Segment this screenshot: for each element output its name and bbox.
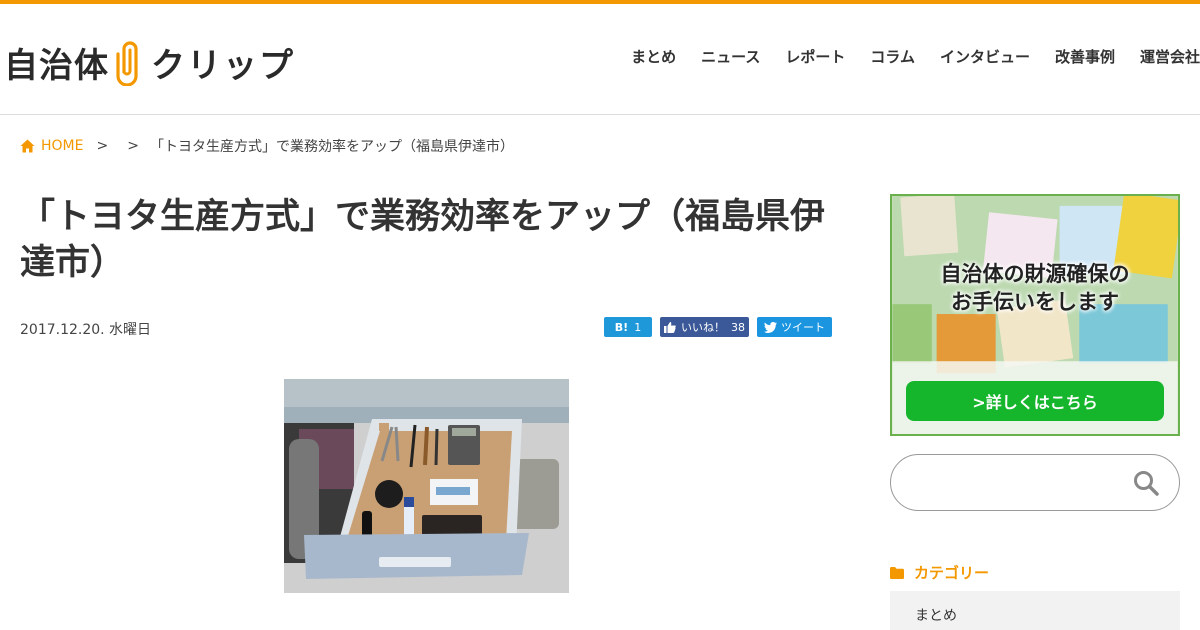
facebook-like-button[interactable]: いいね！ 38 — [660, 317, 749, 337]
logo-text-clip: クリップ — [151, 45, 295, 86]
article-photo-drawer — [284, 379, 569, 593]
breadcrumb-home-link[interactable]: HOME — [20, 138, 83, 154]
main-nav: まとめ ニュース レポート コラム インタビュー 改善事例 運営会社 — [606, 46, 1200, 67]
breadcrumb: HOME > > 「トヨタ生産方式」で業務効率をアップ（福島県伊達市） — [20, 136, 514, 156]
home-icon — [20, 139, 35, 153]
hatena-count: 1 — [634, 320, 642, 334]
article-title: 「トヨタ生産方式」で業務効率をアップ（福島県伊達市） — [20, 197, 826, 283]
category-heading-label: カテゴリー — [914, 564, 990, 582]
nav-item-interview[interactable]: インタビュー — [940, 46, 1030, 67]
paperclip-icon — [116, 41, 138, 86]
breadcrumb-home-label: HOME — [41, 138, 84, 154]
nav-item-news[interactable]: ニュース — [701, 46, 760, 67]
hatena-icon: B! — [614, 320, 629, 334]
sidebar-ad-banner[interactable]: 自治体の財源確保の お手伝いをします >詳しくはこちら — [890, 194, 1180, 436]
nav-item-kaizen[interactable]: 改善事例 — [1055, 46, 1115, 67]
sidebar-search-box — [890, 454, 1180, 511]
breadcrumb-separator: > — [127, 138, 139, 154]
nav-item-matome[interactable]: まとめ — [631, 46, 676, 67]
category-heading: カテゴリー — [890, 562, 989, 583]
search-input[interactable] — [911, 467, 1131, 499]
search-icon[interactable] — [1133, 470, 1159, 496]
banner-headline: 自治体の財源確保の お手伝いをします — [892, 260, 1178, 316]
banner-details-button[interactable]: >詳しくはこちら — [906, 381, 1164, 421]
site-header: 自治体 クリップ まとめ ニュース レポート コラム インタビュー 改善事例 運… — [0, 4, 1200, 115]
logo-text-jichitai: 自治体 — [4, 45, 109, 86]
site-logo[interactable]: 自治体 クリップ — [4, 36, 295, 88]
banner-line-2: お手伝いをします — [951, 290, 1119, 314]
twitter-tweet-button[interactable]: ツイート — [757, 317, 832, 337]
banner-line-1: 自治体の財源確保の — [940, 262, 1130, 286]
hatena-bookmark-button[interactable]: B! 1 — [604, 317, 652, 337]
nav-item-company[interactable]: 運営会社 — [1140, 46, 1200, 67]
nav-item-report[interactable]: レポート — [785, 46, 845, 67]
nav-item-column[interactable]: コラム — [870, 46, 915, 67]
thumbs-up-icon — [664, 321, 676, 333]
twitter-bird-icon — [764, 321, 777, 333]
folder-icon — [890, 566, 904, 579]
facebook-like-label: いいね！ — [681, 321, 725, 334]
twitter-tweet-label: ツイート — [781, 321, 825, 334]
article-date: 2017.12.20. 水曜日 — [20, 322, 152, 338]
breadcrumb-separator: > — [96, 138, 109, 154]
facebook-like-count: 38 — [731, 320, 745, 334]
breadcrumb-current: 「トヨタ生産方式」で業務効率をアップ（福島県伊達市） — [149, 139, 514, 155]
category-item-matome[interactable]: まとめ — [890, 591, 1180, 630]
